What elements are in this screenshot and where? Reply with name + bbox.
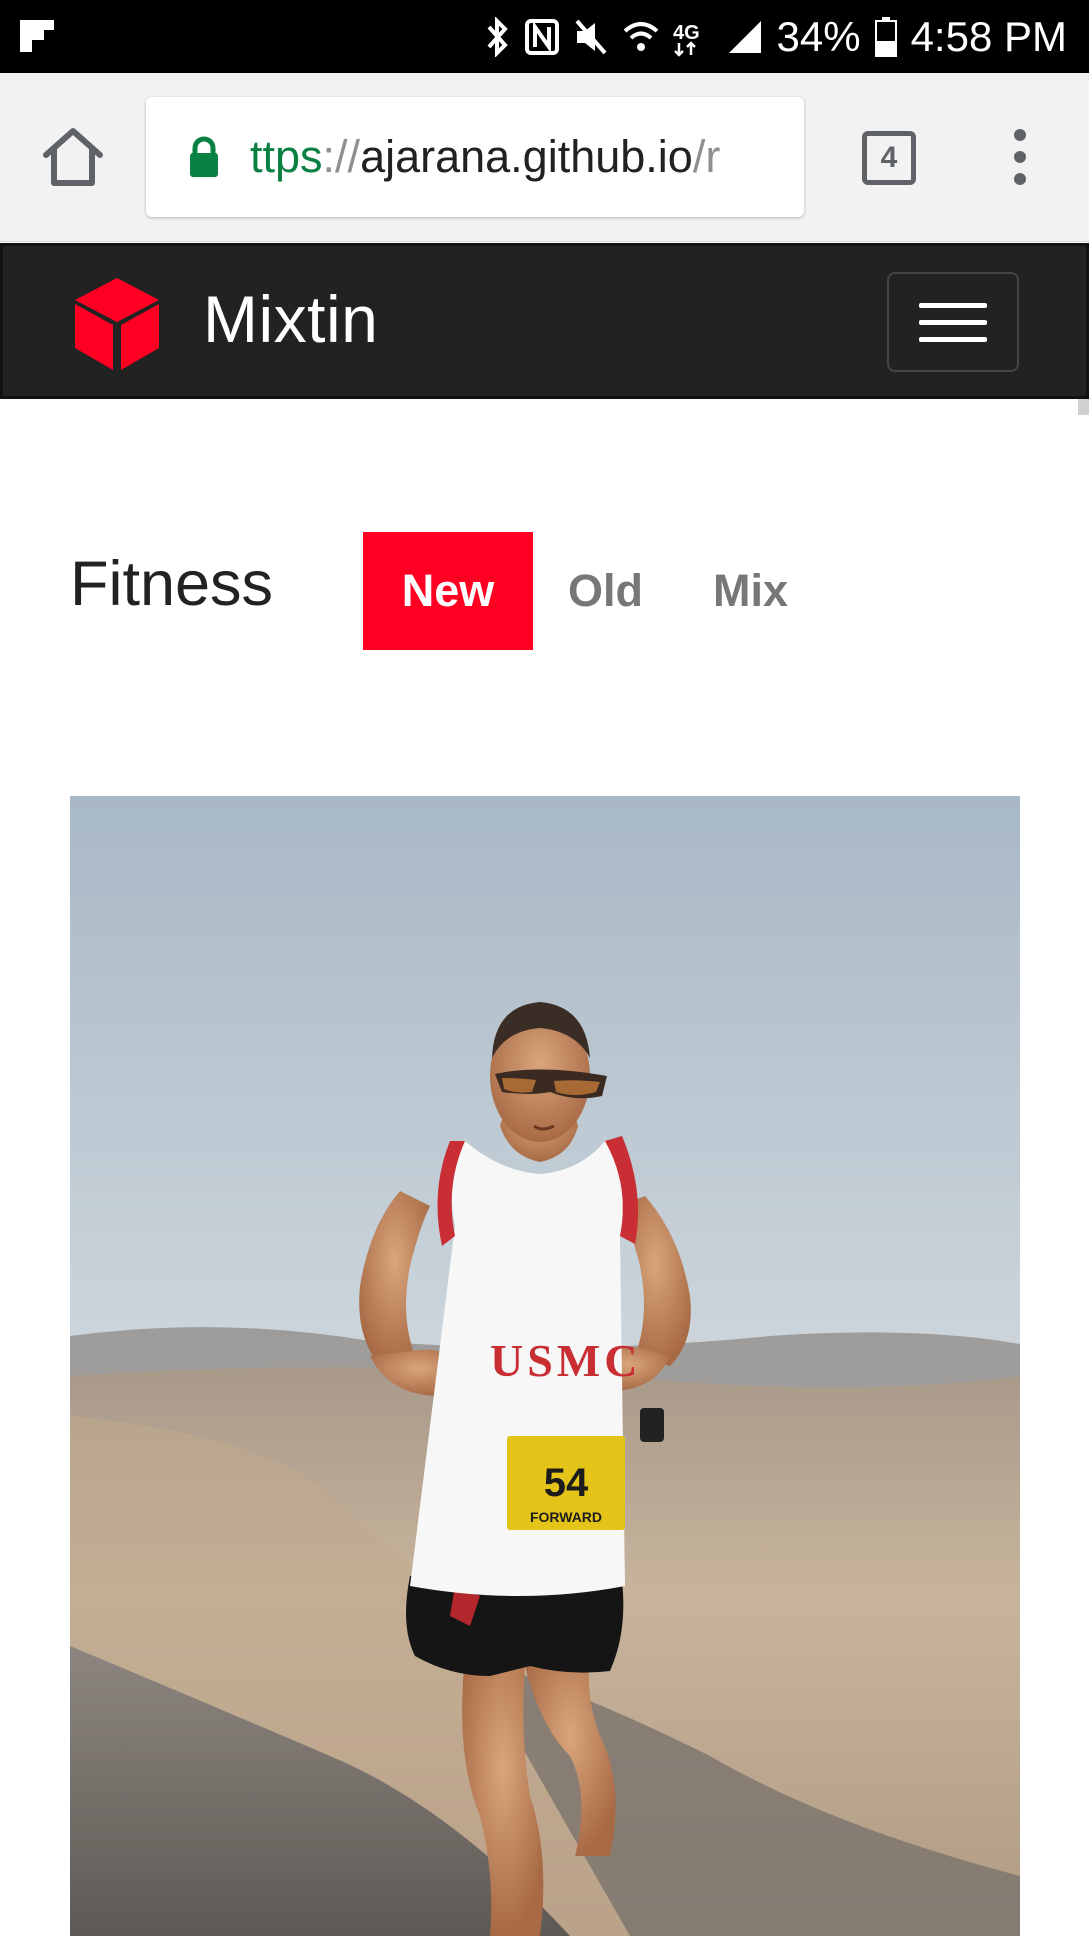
bib-number: 54 <box>544 1461 589 1505</box>
lock-icon <box>188 136 220 178</box>
clock: 4:58 PM <box>910 12 1067 60</box>
signal-icon <box>727 17 763 57</box>
lte-icon: 4G <box>673 17 713 57</box>
fitness-photo[interactable]: USMC 54 FORWARD <box>70 796 1020 1936</box>
nfc-icon <box>524 17 559 57</box>
hamburger-bar <box>919 319 987 325</box>
address-bar[interactable]: ttps://ajarana.github.io/r <box>146 97 804 217</box>
status-bar: 4G 34% 4:58 PM <box>0 0 1089 73</box>
mute-icon <box>573 17 609 57</box>
shirt-text: USMC <box>490 1335 641 1386</box>
section-title: Fitness <box>70 549 274 619</box>
battery-icon <box>874 16 897 57</box>
hamburger-bar <box>919 302 987 308</box>
svg-text:4G: 4G <box>673 22 700 44</box>
filter-tab-mix[interactable]: Mix <box>678 532 823 650</box>
browser-toolbar: ttps://ajarana.github.io/r 4 <box>0 73 1089 242</box>
filter-tab-new[interactable]: New <box>363 532 533 650</box>
wifi-icon <box>623 17 659 57</box>
url-text: ttps://ajarana.github.io/r <box>250 131 721 182</box>
bib-sponsor: FORWARD <box>530 1509 602 1525</box>
battery-percent: 34% <box>776 12 861 60</box>
hamburger-bar <box>919 336 987 342</box>
cube-logo-icon[interactable] <box>73 276 161 372</box>
overflow-menu-icon[interactable] <box>1005 127 1035 187</box>
hamburger-menu-button[interactable] <box>887 272 1019 372</box>
filter-tab-old[interactable]: Old <box>533 532 678 650</box>
brand-name[interactable]: Mixtin <box>203 281 378 357</box>
flipboard-notification-icon <box>20 20 54 52</box>
bluetooth-icon <box>485 16 511 57</box>
filter-tabs: New Old Mix <box>363 532 823 650</box>
tab-switcher-button[interactable]: 4 <box>862 131 916 185</box>
site-navbar: Mixtin <box>0 243 1089 399</box>
home-icon[interactable] <box>40 125 106 189</box>
